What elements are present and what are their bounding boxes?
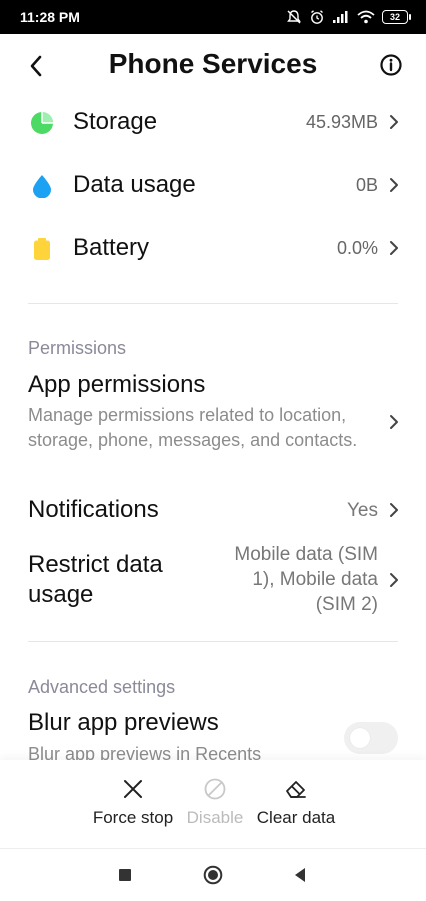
notifications-row[interactable]: Notifications Yes xyxy=(0,492,426,532)
signal-icon xyxy=(333,11,348,23)
close-icon xyxy=(124,780,142,798)
status-bar: 11:28 PM 32 xyxy=(0,0,426,34)
status-icons: 32 xyxy=(286,8,411,26)
battery-label: Battery xyxy=(73,234,150,261)
divider xyxy=(28,303,398,304)
blur-previews-toggle[interactable] xyxy=(344,722,398,754)
blur-previews-title: Blur app previews xyxy=(28,709,219,736)
chevron-right-icon xyxy=(390,503,398,517)
disable-label: Disable xyxy=(186,808,244,827)
eraser-icon xyxy=(286,781,306,798)
app-permissions-row[interactable]: App permissions Manage permissions relat… xyxy=(0,368,426,480)
triangle-back-icon xyxy=(295,868,305,882)
chevron-right-icon xyxy=(390,573,398,587)
restrict-data-title: Restrict data usage xyxy=(28,551,163,608)
square-icon xyxy=(119,869,131,881)
block-icon xyxy=(204,778,226,800)
toggle-knob xyxy=(350,728,370,748)
info-button[interactable] xyxy=(376,50,406,80)
home-button[interactable] xyxy=(203,865,223,885)
chevron-right-icon xyxy=(390,115,398,129)
battery-row[interactable]: Battery 0.0% xyxy=(0,218,426,278)
chevron-right-icon xyxy=(390,178,398,192)
app-header: Phone Services xyxy=(0,34,426,98)
clear-data-label: Clear data xyxy=(256,808,336,827)
data-usage-row[interactable]: Data usage 0B xyxy=(0,155,426,215)
battery-indicator: 32 xyxy=(382,10,411,24)
notifications-value: Yes xyxy=(347,500,378,521)
advanced-section-title: Advanced settings xyxy=(28,677,176,697)
notifications-title: Notifications xyxy=(28,496,159,523)
storage-label: Storage xyxy=(73,108,158,135)
notifications-off-icon xyxy=(287,10,301,24)
action-bar: Force stop Disable Clear data xyxy=(0,760,426,848)
battery-icon xyxy=(34,238,50,260)
storage-value: 45.93MB xyxy=(305,112,378,132)
data-usage-label: Data usage xyxy=(73,171,196,198)
app-permissions-title: App permissions xyxy=(28,371,206,398)
system-nav-bar xyxy=(0,848,426,901)
back-nav-button[interactable] xyxy=(290,865,310,885)
storage-pie-icon xyxy=(31,112,53,134)
data-usage-value: 0B xyxy=(355,175,378,195)
home-circle-icon xyxy=(203,865,223,885)
recents-button[interactable] xyxy=(115,865,135,885)
disable-button[interactable]: Disable xyxy=(180,776,250,828)
app-permissions-subtitle: Manage permissions related to location, … xyxy=(28,405,358,450)
battery-value: 0.0% xyxy=(336,238,378,258)
permissions-section-title: Permissions xyxy=(28,338,127,358)
page-title: Phone Services xyxy=(108,48,318,79)
status-time: 11:28 PM xyxy=(20,9,80,25)
alarm-icon xyxy=(311,10,323,24)
water-drop-icon xyxy=(33,175,51,198)
clear-data-button[interactable]: Clear data xyxy=(252,776,340,828)
blur-previews-row[interactable]: Blur app previews Blur app previews in R… xyxy=(0,706,426,764)
chevron-right-icon xyxy=(390,241,398,255)
storage-row[interactable]: Storage 45.93MB xyxy=(0,92,426,152)
force-stop-label: Force stop xyxy=(92,808,174,827)
info-icon xyxy=(380,54,402,76)
force-stop-button[interactable]: Force stop xyxy=(88,776,178,828)
wifi-icon xyxy=(357,10,375,24)
restrict-data-row[interactable]: Restrict data usage Mobile data (SIM 1),… xyxy=(0,542,426,622)
chevron-right-icon xyxy=(390,415,398,429)
divider xyxy=(28,641,398,642)
restrict-data-value: Mobile data (SIM 1), Mobile data (SIM 2) xyxy=(234,544,378,615)
